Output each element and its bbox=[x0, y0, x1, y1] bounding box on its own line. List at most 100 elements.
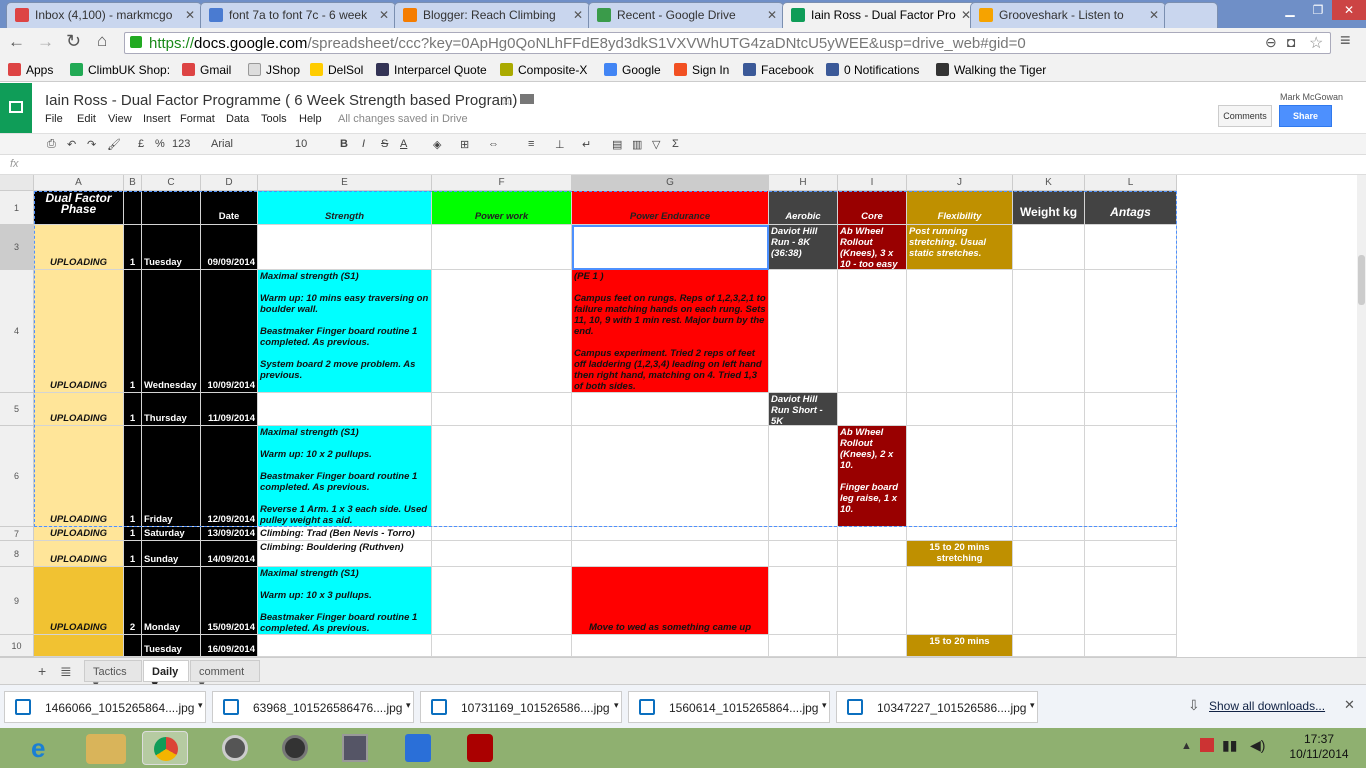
vertical-scrollbar[interactable] bbox=[1357, 175, 1366, 657]
row-header[interactable]: 8 bbox=[0, 541, 34, 567]
weight-cell[interactable] bbox=[1013, 527, 1085, 541]
dropdown-icon[interactable]: ▾ bbox=[406, 700, 411, 711]
filter-icon[interactable]: ▽ bbox=[652, 138, 660, 151]
text-color-button[interactable]: A bbox=[400, 138, 407, 150]
column-header[interactable]: L bbox=[1085, 175, 1177, 191]
date-cell[interactable]: 14/09/2014 bbox=[201, 541, 258, 567]
zoom-icon[interactable]: ⊖ bbox=[1265, 34, 1277, 51]
merge-icon[interactable]: ⇔ bbox=[488, 138, 499, 150]
align-icon[interactable]: ≡ bbox=[528, 138, 534, 150]
bookmark-climbuk[interactable]: ClimbUK Shop: bbox=[70, 63, 170, 77]
browser-tab-grooveshark[interactable]: Grooveshark - Listen to ✕ bbox=[970, 2, 1166, 28]
menu-tools[interactable]: Tools bbox=[261, 113, 287, 125]
file-explorer-icon[interactable] bbox=[86, 734, 126, 764]
bookmark-delsol[interactable]: DelSol bbox=[310, 63, 363, 77]
power-endurance-cell[interactable] bbox=[572, 635, 769, 657]
core-cell[interactable] bbox=[838, 541, 907, 567]
power-endurance-cell[interactable] bbox=[572, 527, 769, 541]
menu-file[interactable]: File bbox=[45, 113, 63, 125]
day-cell[interactable]: Tuesday bbox=[142, 635, 201, 657]
internet-explorer-icon[interactable]: e bbox=[22, 731, 66, 765]
strikethrough-button[interactable]: S bbox=[381, 138, 388, 150]
download-item[interactable]: 10731169_101526586....jpg ▾ bbox=[420, 691, 622, 723]
undo-icon[interactable]: ↶ bbox=[67, 138, 76, 151]
browser-tab-blogger[interactable]: Blogger: Reach Climbing ✕ bbox=[394, 2, 590, 28]
close-icon[interactable]: ✕ bbox=[573, 8, 583, 22]
comments-button[interactable]: Comments bbox=[1218, 105, 1272, 127]
user-name[interactable]: Mark McGowan bbox=[1280, 92, 1343, 102]
week-cell[interactable] bbox=[124, 635, 142, 657]
download-item[interactable]: 1560614_1015265864....jpg ▾ bbox=[628, 691, 830, 723]
flexibility-cell[interactable]: 15 to 20 mins bbox=[907, 635, 1013, 657]
date-cell[interactable]: 13/09/2014 bbox=[201, 527, 258, 541]
column-header[interactable]: G bbox=[572, 175, 769, 191]
row-header[interactable]: 7 bbox=[0, 527, 34, 541]
star-icon[interactable]: ☆ bbox=[500, 92, 513, 109]
phase-cell[interactable] bbox=[34, 635, 124, 657]
aerobic-cell[interactable] bbox=[769, 541, 838, 567]
close-icon[interactable]: ✕ bbox=[1149, 8, 1159, 22]
close-downloads-icon[interactable]: ✕ bbox=[1344, 697, 1355, 713]
back-icon[interactable]: ← bbox=[8, 32, 25, 52]
folder-icon[interactable] bbox=[520, 94, 534, 104]
share-button[interactable]: Share bbox=[1279, 105, 1332, 127]
italic-button[interactable]: I bbox=[362, 138, 365, 150]
number-format-button[interactable]: 123 bbox=[172, 138, 190, 150]
fill-color-icon[interactable]: ◈ bbox=[433, 138, 441, 151]
paint-format-icon[interactable]: 🖌 bbox=[107, 138, 121, 151]
date-cell[interactable]: 16/09/2014 bbox=[201, 635, 258, 657]
sheet-tab-daily[interactable]: Daily ▾ bbox=[143, 660, 189, 691]
row-header[interactable]: 1 bbox=[0, 191, 34, 225]
power-cell[interactable] bbox=[432, 635, 572, 657]
power-endurance-cell[interactable] bbox=[572, 541, 769, 567]
bookmark-walking-tiger[interactable]: Walking the Tiger bbox=[936, 63, 1046, 77]
aerobic-cell[interactable] bbox=[769, 527, 838, 541]
column-header[interactable]: H bbox=[769, 175, 838, 191]
menu-help[interactable]: Help bbox=[299, 113, 322, 125]
antags-cell[interactable] bbox=[1085, 567, 1177, 635]
close-icon[interactable]: ✕ bbox=[185, 8, 195, 22]
weight-cell[interactable] bbox=[1013, 635, 1085, 657]
column-header[interactable]: K bbox=[1013, 175, 1085, 191]
network-icon[interactable]: ▮▮ bbox=[1222, 737, 1237, 754]
valign-icon[interactable]: ⊥ bbox=[555, 138, 565, 151]
forward-icon[interactable]: → bbox=[37, 32, 54, 52]
bookmark-sign-in[interactable]: Sign In bbox=[674, 63, 729, 77]
phase-cell[interactable]: UPLOADING bbox=[34, 567, 124, 635]
power-cell[interactable] bbox=[432, 527, 572, 541]
core-cell[interactable] bbox=[838, 635, 907, 657]
close-icon[interactable]: ✕ bbox=[767, 8, 777, 22]
flexibility-cell[interactable] bbox=[907, 527, 1013, 541]
media-app-icon[interactable] bbox=[212, 731, 258, 765]
download-item[interactable]: 1466066_1015265864....jpg ▾ bbox=[4, 691, 206, 723]
tray-arrow-icon[interactable]: ▲ bbox=[1181, 740, 1192, 752]
row-header[interactable]: 4 bbox=[0, 270, 34, 393]
menu-icon[interactable]: ≡ bbox=[1340, 30, 1351, 51]
font-size-select[interactable]: 10 bbox=[295, 138, 307, 150]
chart-icon[interactable]: ▥ bbox=[632, 138, 642, 151]
bookmark-apps[interactable]: Apps bbox=[8, 63, 53, 77]
dropdown-icon[interactable]: ▾ bbox=[1030, 700, 1035, 711]
bold-button[interactable]: B bbox=[340, 138, 348, 150]
phase-cell[interactable]: UPLOADING bbox=[34, 527, 124, 541]
extension-icon[interactable]: ◘ bbox=[1287, 34, 1295, 50]
spreadsheet-grid[interactable]: A B C D E F G H I J K L 1 3 4 5 6 7 8 9 10 Dual Factor Phase D… bbox=[0, 175, 1357, 657]
power-cell[interactable] bbox=[432, 567, 572, 635]
address-bar[interactable]: https://docs.google.com/spreadsheet/ccc?… bbox=[124, 32, 1331, 54]
antags-cell[interactable] bbox=[1085, 635, 1177, 657]
week-cell[interactable]: 1 bbox=[124, 527, 142, 541]
aerobic-cell[interactable] bbox=[769, 635, 838, 657]
percent-button[interactable]: % bbox=[155, 138, 165, 150]
day-cell[interactable]: Sunday bbox=[142, 541, 201, 567]
browser-tab-drive[interactable]: Recent - Google Drive ✕ bbox=[588, 2, 784, 28]
column-header[interactable]: E bbox=[258, 175, 432, 191]
download-item[interactable]: 63968_1015265864​76....jpg ▾ bbox=[212, 691, 414, 723]
core-cell[interactable] bbox=[838, 567, 907, 635]
bookmark-notifications[interactable]: 0 Notifications bbox=[826, 63, 919, 77]
sheet-tab-comment[interactable]: comment ▾ bbox=[190, 660, 260, 691]
font-select[interactable]: Arial bbox=[211, 138, 233, 150]
new-tab-button[interactable] bbox=[1164, 2, 1218, 28]
select-all-corner[interactable] bbox=[0, 175, 34, 191]
sheet-list-icon[interactable]: ≣ bbox=[60, 663, 72, 680]
close-icon[interactable]: ✕ bbox=[379, 8, 389, 22]
